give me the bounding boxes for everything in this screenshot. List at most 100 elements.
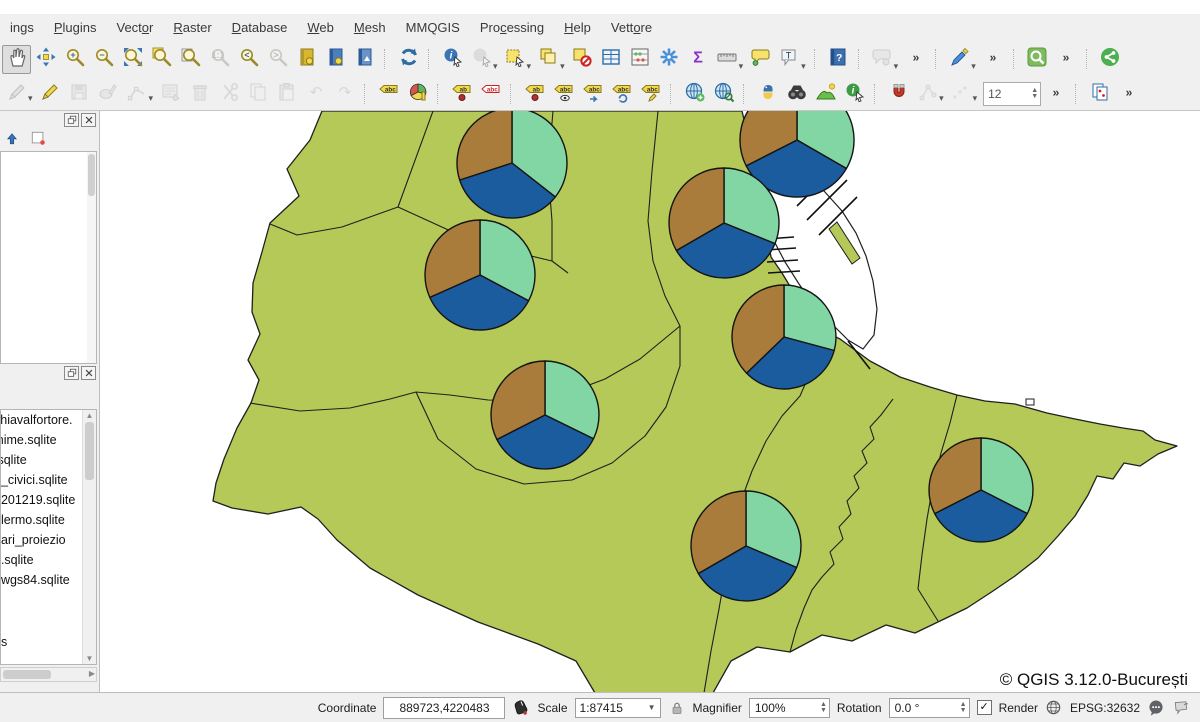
render-label: Render [999,701,1038,715]
help-contents-button[interactable]: ? [824,45,853,74]
menu-item-raster[interactable]: Raster [163,16,221,39]
combo-arrow-icon: ▼ [648,703,656,712]
collapse-all-icon[interactable] [2,128,22,148]
enable-snapping-button[interactable] [884,80,913,109]
svg-text:>: > [273,50,278,60]
osm-info-button[interactable]: i [840,80,869,109]
highlight-pinned-labels-button[interactable]: abc [476,80,505,109]
map-copyright: © QGIS 3.12.0-București [1000,670,1188,690]
menu-item-vettore[interactable]: Vettore [601,16,662,39]
pan-map-button[interactable] [2,45,31,74]
layers-scrollbar[interactable] [87,152,96,363]
osm-place-search-button[interactable] [1023,45,1052,74]
text-annotation-button[interactable]: T [775,45,804,74]
measure-dropdown-arrow[interactable]: ▾ [739,61,744,72]
annotation-tool-button [868,45,897,74]
measure-button[interactable] [713,45,742,74]
new-bookmark-button[interactable] [292,45,321,74]
pan-to-selection-button[interactable] [31,45,60,74]
menu-item-vector[interactable]: Vector [107,16,164,39]
crs-globe-icon[interactable] [1045,699,1063,717]
refresh-map-button[interactable] [394,45,423,74]
move-label-button[interactable]: abc [578,80,607,109]
zoom-last-button[interactable]: < [234,45,263,74]
change-label-button[interactable]: abc [636,80,665,109]
scale-lock-icon[interactable] [668,699,686,717]
zoom-to-selection-button[interactable] [147,45,176,74]
file-list-vscrollbar[interactable]: ▲▼ [82,410,96,664]
map-tips-button[interactable] [746,45,775,74]
select-features-dropdown-arrow[interactable]: ▾ [527,61,532,72]
snap-tolerance-spinbox[interactable]: ▲▼ [983,82,1041,106]
render-checkbox[interactable]: ✓ [977,700,992,715]
toolbar-overflow-3-button[interactable]: » [1052,45,1081,74]
zoom-out-button[interactable]: − [89,45,118,74]
delete-selected-icon [189,81,211,108]
zoom-to-layer-icon [180,46,202,73]
python-console-button[interactable] [753,80,782,109]
toolbar-overflow-1-button[interactable]: » [901,45,930,74]
coordinate-input[interactable] [383,697,505,719]
select-by-form-dropdown-arrow[interactable]: ▾ [560,61,565,72]
menu-item-mmqgis[interactable]: MMQGIS [396,16,470,39]
share-button[interactable] [1096,45,1125,74]
scale-combo[interactable]: 1:87415▼ [575,698,661,718]
identify-features-button[interactable]: i [438,45,467,74]
search-layers-button[interactable] [782,80,811,109]
dock2-float-button[interactable] [64,366,79,380]
dock2-close-icon[interactable] [81,366,96,380]
menu-item-ings[interactable]: ings [0,16,44,39]
rotation-spinbox[interactable]: 0.0 °▲▼ [889,698,970,718]
add-web-service-button[interactable] [680,80,709,109]
toolbar-overflow-2-icon: » [982,46,1004,73]
select-features-button[interactable] [501,45,530,74]
menu-item-mesh[interactable]: Mesh [344,16,396,39]
zoom-full-extent-button[interactable] [118,45,147,74]
pin-labels-button[interactable]: ab [447,80,476,109]
layers-list[interactable] [0,151,97,364]
quick-map-edit-button[interactable] [945,45,974,74]
dock1-float-button[interactable] [64,113,79,127]
zoom-to-layer-button[interactable] [176,45,205,74]
magnifier-spinbox[interactable]: 100%▲▼ [749,698,830,718]
menu-item-processing[interactable]: Processing [470,16,554,39]
bookmark-manager-button[interactable] [350,45,379,74]
menu-item-help[interactable]: Help [554,16,601,39]
show-bookmarks-button[interactable] [321,45,350,74]
toolbar-overflow-5-button[interactable]: » [1114,80,1143,109]
select-by-form-button[interactable] [534,45,563,74]
messages-bubble-icon[interactable] [1147,699,1165,717]
toolbar-overflow-4-button[interactable]: » [1041,80,1070,109]
dock1-close-icon[interactable] [81,113,96,127]
menu-item-plugins[interactable]: Plugins [44,16,107,39]
text-annotation-dropdown-arrow[interactable]: ▾ [801,61,806,72]
layer-labeling-options-button[interactable]: abc [374,80,403,109]
open-attribute-table-button[interactable] [597,45,626,74]
current-edits-icon [6,81,28,108]
toggle-editing-button[interactable] [36,80,65,109]
pin-unpin-labels-button[interactable]: ab [520,80,549,109]
zoom-in-button[interactable]: + [60,45,89,74]
map-canvas[interactable]: © QGIS 3.12.0-București [100,111,1200,693]
file-browser-list[interactable]: chiavalfortore.inime.sqlite.sqliteo_civi… [0,409,97,665]
filter-legend-icon[interactable] [28,128,48,148]
menu-item-web[interactable]: Web [297,16,344,39]
statistical-summary-button[interactable]: Σ [684,45,713,74]
mouse-extent-toggle-icon[interactable] [512,699,530,717]
quick-map-edit-dropdown-arrow[interactable]: ▾ [971,61,976,72]
statistics-button[interactable] [626,45,655,74]
terrain-tools-button[interactable] [811,80,840,109]
offset-point-symbols-button[interactable] [1085,80,1114,109]
rotate-label-button[interactable]: abc [607,80,636,109]
svg-text:T: T [785,50,791,60]
show-hide-labels-button[interactable]: abc [549,80,578,109]
file-list-hscrollbar[interactable]: ▶ [0,667,97,682]
toolbar-overflow-5-icon: » [1118,81,1140,108]
processing-toolbox-button[interactable] [655,45,684,74]
layer-diagram-options-button[interactable] [403,80,432,109]
deselect-features-button[interactable] [568,45,597,74]
toolbar-overflow-2-button[interactable]: » [979,45,1008,74]
menu-item-database[interactable]: Database [222,16,298,39]
metasearch-button[interactable] [709,80,738,109]
log-messages-icon[interactable] [1172,699,1190,717]
